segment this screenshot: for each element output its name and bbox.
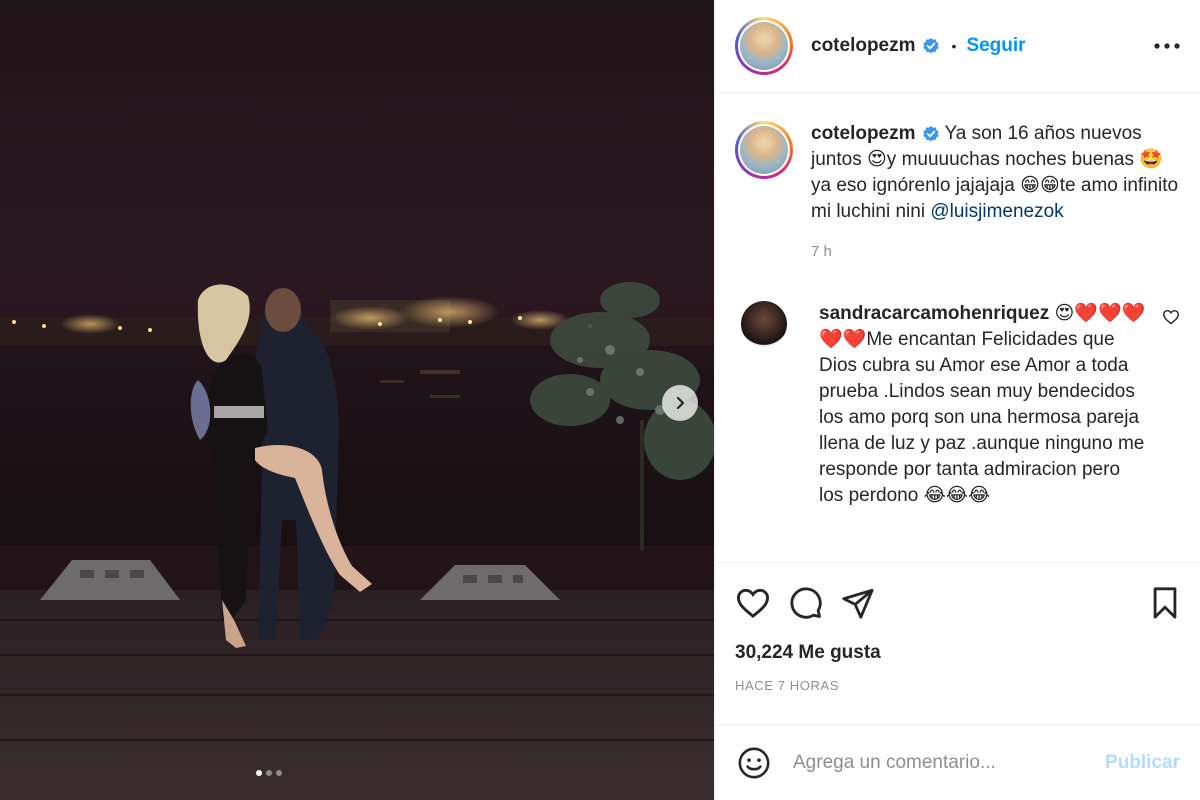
- post-side-panel: cotelopezm • Seguir cotelopezm Ya son 16…: [714, 0, 1200, 800]
- comment-button[interactable]: [789, 586, 823, 620]
- separator-bullet: •: [951, 38, 957, 54]
- like-button[interactable]: [735, 587, 771, 619]
- more-options-button[interactable]: [1154, 43, 1180, 49]
- smiley-icon: [738, 747, 770, 778]
- paper-plane-icon: [842, 588, 874, 619]
- publish-button[interactable]: Publicar: [1105, 752, 1180, 774]
- author-avatar[interactable]: [735, 17, 793, 75]
- caption-body: cotelopezm Ya son 16 años nuevos juntos …: [811, 121, 1180, 265]
- chevron-right-icon: [676, 396, 685, 410]
- next-photo-button[interactable]: [662, 385, 698, 421]
- carousel-dot: [266, 770, 272, 776]
- caption-username[interactable]: cotelopezm: [811, 123, 916, 144]
- add-comment-bar: Publicar: [715, 724, 1200, 800]
- action-bar: [715, 562, 1200, 642]
- comment-text: 😍❤️❤️❤️❤️❤️Me encantan Felicidades que D…: [819, 303, 1146, 506]
- instagram-post: cotelopezm • Seguir cotelopezm Ya son 16…: [0, 0, 1200, 800]
- caption-timestamp[interactable]: 7 h: [811, 239, 1180, 265]
- post-photo[interactable]: [0, 0, 714, 800]
- author-avatar-image: [740, 22, 788, 70]
- caption-mention-link[interactable]: @luisjimenezok: [930, 201, 1063, 222]
- comment-body: sandracarcamohenriquez 😍❤️❤️❤️❤️❤️Me enc…: [819, 301, 1149, 509]
- author-username[interactable]: cotelopezm: [811, 35, 916, 57]
- follow-button[interactable]: Seguir: [966, 35, 1025, 57]
- heart-icon: [1162, 309, 1180, 325]
- comment-like-button[interactable]: [1162, 309, 1180, 330]
- comments-section: cotelopezm Ya son 16 años nuevos juntos …: [715, 93, 1200, 562]
- carousel-dot: [256, 770, 262, 776]
- save-button[interactable]: [1150, 586, 1180, 620]
- post-time-ago[interactable]: HACE 7 HORAS: [715, 674, 1200, 724]
- bookmark-icon: [1153, 586, 1177, 619]
- carousel-indicator: [256, 770, 282, 776]
- comment-username[interactable]: sandracarcamohenriquez: [819, 303, 1049, 324]
- comment-icon: [790, 586, 822, 619]
- verified-badge-icon: [922, 125, 940, 143]
- share-button[interactable]: [841, 586, 875, 620]
- caption-author-avatar[interactable]: [735, 121, 793, 179]
- comment-input[interactable]: [793, 751, 1106, 774]
- verified-badge-icon: [922, 37, 940, 55]
- commenter-avatar[interactable]: [741, 301, 787, 347]
- comment-item: sandracarcamohenriquez 😍❤️❤️❤️❤️❤️Me enc…: [735, 301, 1180, 509]
- night-dock-photo: [0, 282, 714, 800]
- post-caption: cotelopezm Ya son 16 años nuevos juntos …: [735, 121, 1180, 265]
- caption-author-avatar-image: [740, 126, 788, 174]
- carousel-dot: [276, 770, 282, 776]
- emoji-picker-button[interactable]: [737, 746, 771, 780]
- likes-count[interactable]: 30,224 Me gusta: [715, 642, 1200, 674]
- post-header: cotelopezm • Seguir: [715, 0, 1200, 93]
- more-options-icon: [1154, 43, 1180, 49]
- heart-icon: [736, 588, 770, 618]
